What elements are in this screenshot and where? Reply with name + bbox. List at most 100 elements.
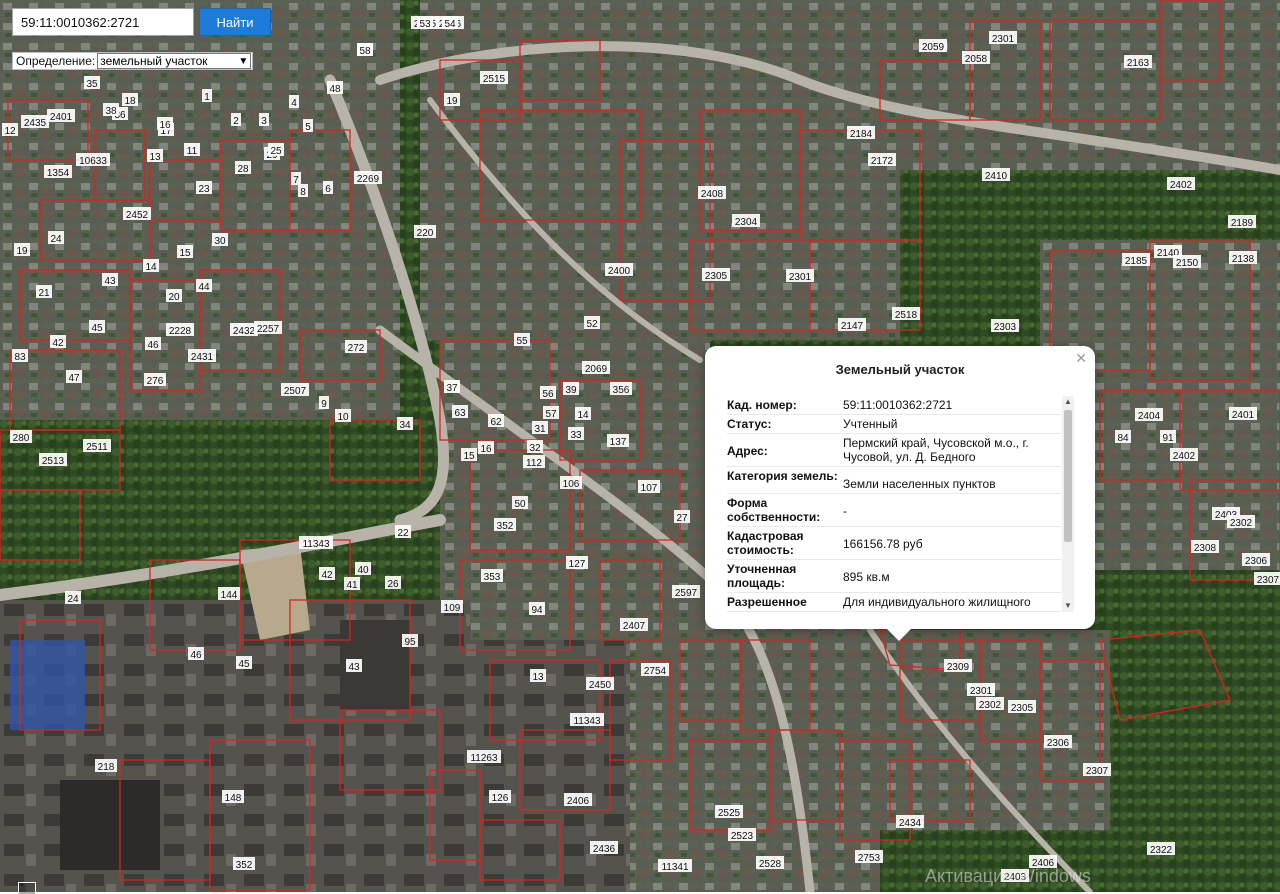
info-row: Кад. номер: 59:11:0010362:2721 — [727, 396, 1061, 415]
svg-text:2307: 2307 — [1257, 575, 1280, 586]
svg-text:2150: 2150 — [1176, 258, 1199, 269]
svg-text:38: 38 — [105, 106, 117, 117]
parcel-number-label: 2150 — [1173, 255, 1201, 269]
svg-text:83: 83 — [14, 352, 26, 363]
svg-text:220: 220 — [417, 228, 434, 239]
svg-text:2401: 2401 — [50, 112, 73, 123]
svg-text:2511: 2511 — [86, 442, 108, 453]
parcel-number-label: 43 — [102, 273, 118, 287]
parcel-number-label: 2518 — [892, 307, 920, 321]
parcel-number-label: 38 — [103, 103, 119, 117]
svg-text:2189: 2189 — [1231, 218, 1254, 229]
parcel-number-label: 2304 — [732, 214, 760, 228]
svg-text:356: 356 — [613, 385, 630, 396]
svg-text:2184: 2184 — [850, 129, 873, 140]
info-value: Земли населенных пунктов — [843, 477, 996, 491]
scroll-down-icon[interactable]: ▼ — [1062, 600, 1074, 612]
parcel-number-label: 2309 — [944, 659, 972, 673]
svg-text:2754: 2754 — [644, 666, 667, 677]
info-key: Адрес: — [727, 444, 768, 458]
parcel-number-label: 11343 — [570, 713, 604, 727]
info-value: 895 кв.м — [843, 570, 890, 584]
svg-text:2305: 2305 — [705, 271, 728, 282]
svg-text:2069: 2069 — [585, 364, 608, 375]
parcel-number-label: 30 — [212, 233, 228, 247]
parcel-number-label: 83 — [12, 349, 28, 363]
svg-text:11341: 11341 — [661, 862, 689, 873]
svg-text:47: 47 — [68, 373, 80, 384]
svg-text:126: 126 — [492, 793, 509, 804]
popup-scrollbar[interactable]: ▲ ▼ — [1062, 396, 1074, 612]
parcel-number-label: 2754 — [641, 663, 669, 677]
parcel-number-label: 7 — [291, 172, 301, 186]
parcel-number-label: 2431 — [188, 349, 216, 363]
parcel-number-label: 94 — [529, 602, 545, 616]
svg-text:39: 39 — [565, 385, 577, 396]
map-corner-control[interactable] — [18, 882, 36, 894]
cadastral-search-input[interactable] — [12, 8, 194, 36]
parcel-number-label: 16 — [157, 117, 173, 131]
parcel-number-label: 2163 — [1124, 55, 1152, 69]
parcel-number-label: 2434 — [896, 815, 924, 829]
parcel-number-label: 62 — [488, 414, 504, 428]
parcel-number-label: 10633 — [76, 153, 110, 167]
svg-text:2147: 2147 — [841, 321, 864, 332]
parcel-number-label: 35 — [84, 76, 100, 90]
parcel-number-label: 40 — [355, 562, 371, 576]
parcel-number-label: 2 — [231, 113, 241, 127]
info-row: Статус: Учтенный — [727, 415, 1061, 434]
svg-text:62: 62 — [490, 417, 502, 428]
definition-select[interactable]: земельный участок ▼ — [97, 53, 252, 69]
info-value: - — [843, 504, 847, 518]
svg-text:6: 6 — [325, 184, 331, 195]
parcel-number-label: 14 — [575, 407, 591, 421]
parcel-number-label: 352 — [494, 518, 516, 532]
info-row: Уточненная площадь: 895 кв.м — [727, 560, 1061, 593]
svg-text:28: 28 — [237, 164, 249, 175]
parcel-number-label: 2523 — [728, 828, 756, 842]
info-row: Форма собственности: - — [727, 494, 1061, 527]
svg-text:54: 54 — [444, 19, 456, 30]
svg-text:31: 31 — [534, 424, 546, 435]
svg-text:13: 13 — [149, 152, 161, 163]
svg-text:48: 48 — [329, 84, 341, 95]
scroll-up-icon[interactable]: ▲ — [1062, 396, 1074, 408]
parcel-number-label: 2138 — [1229, 251, 1257, 265]
svg-text:2228: 2228 — [169, 326, 192, 337]
svg-text:276: 276 — [147, 376, 164, 387]
parcel-number-label: 58 — [357, 43, 373, 57]
svg-text:11: 11 — [187, 146, 198, 157]
parcel-number-label: 3 — [259, 113, 269, 127]
search-button[interactable]: Найти — [199, 8, 271, 36]
info-key: Форма собственности: — [727, 496, 821, 524]
scrollbar-thumb[interactable] — [1064, 410, 1072, 542]
parcel-number-label: 12 — [2, 123, 18, 137]
svg-text:2402: 2402 — [1173, 451, 1196, 462]
parcel-number-label: 46 — [188, 647, 204, 661]
svg-text:2406: 2406 — [567, 796, 590, 807]
svg-text:46: 46 — [190, 650, 202, 661]
parcel-number-label: 2257 — [254, 321, 282, 335]
parcel-number-label: 43 — [346, 659, 362, 673]
svg-text:2269: 2269 — [357, 174, 380, 185]
parcel-number-label: 57 — [543, 406, 559, 420]
parcel-number-label: 11263 — [467, 750, 501, 764]
parcel-number-label: 4 — [289, 95, 299, 109]
svg-text:11263: 11263 — [470, 753, 498, 764]
svg-text:21: 21 — [38, 288, 50, 299]
svg-text:11343: 11343 — [573, 716, 601, 727]
parcel-number-label: 11341 — [658, 859, 692, 873]
parcel-number-label: 1354 — [44, 165, 72, 179]
svg-text:19: 19 — [446, 96, 458, 107]
parcel-number-label: 33 — [568, 427, 584, 441]
parcel-number-label: 2308 — [1191, 540, 1219, 554]
parcel-number-label: 23 — [196, 181, 212, 195]
parcel-number-label: 2450 — [586, 677, 614, 691]
svg-text:112: 112 — [526, 458, 542, 469]
info-value: 166156.78 руб — [843, 537, 923, 551]
svg-text:55: 55 — [516, 336, 528, 347]
parcel-number-label: 2306 — [1242, 553, 1270, 567]
svg-text:352: 352 — [236, 860, 253, 871]
parcel-number-label: 42 — [50, 335, 66, 349]
parcel-number-label: 2185 — [1122, 253, 1150, 267]
